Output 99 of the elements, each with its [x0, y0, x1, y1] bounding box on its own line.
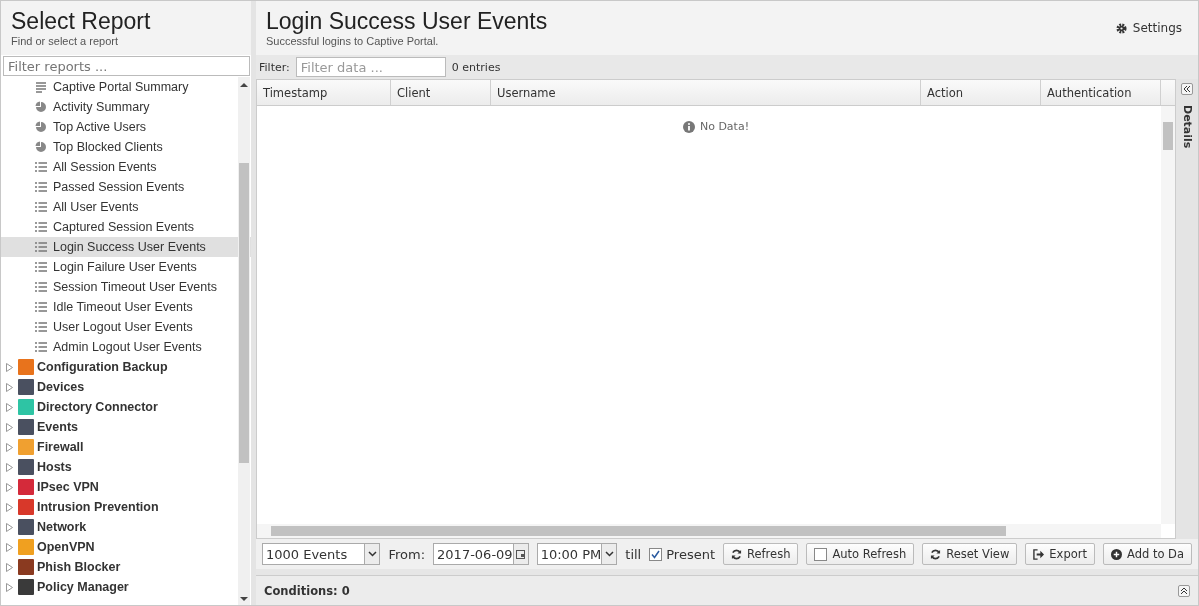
list-icon: [35, 321, 47, 333]
tree-item[interactable]: All User Events: [1, 197, 251, 217]
double-chevron-icon: [1183, 85, 1191, 93]
tree-item[interactable]: Passed Session Events: [1, 177, 251, 197]
tree-item[interactable]: Policy Manager: [1, 577, 242, 597]
expand-arrow-icon[interactable]: [6, 422, 13, 432]
from-label: From:: [388, 546, 426, 562]
pie-chart-icon: [35, 121, 47, 133]
toolbar-button[interactable]: Add to Da: [1102, 543, 1192, 565]
tree-item[interactable]: Captured Session Events: [1, 217, 251, 237]
tree-item[interactable]: Login Failure User Events: [1, 257, 251, 277]
till-label: till: [625, 546, 642, 562]
tree-item[interactable]: Intrusion Prevention: [1, 497, 242, 517]
empty-message: No Data!: [699, 120, 750, 133]
text-lines-icon: [35, 81, 47, 93]
calendar-icon: [516, 549, 526, 559]
column-header[interactable]: Username: [491, 80, 921, 105]
tree-item[interactable]: Configuration Backup: [1, 357, 242, 377]
present-label: Present: [666, 546, 715, 562]
tree-item[interactable]: Session Timeout User Events: [1, 277, 251, 297]
refresh-icon: [731, 548, 742, 560]
list-icon: [35, 341, 47, 353]
list-icon: [35, 181, 47, 193]
tree-item[interactable]: Idle Timeout User Events: [1, 297, 251, 317]
toolbar-button[interactable]: Auto Refresh: [806, 543, 915, 565]
expand-arrow-icon[interactable]: [6, 502, 13, 512]
panel-subtitle: Find or select a report: [11, 35, 119, 47]
tree-item[interactable]: Network: [1, 517, 242, 537]
tree-item[interactable]: Admin Logout User Events: [1, 337, 251, 357]
tree-item[interactable]: Login Success User Events: [1, 237, 251, 257]
pie-chart-icon: [35, 101, 47, 113]
pie-chart-icon: [35, 141, 47, 153]
column-header[interactable]: Timestamp: [257, 80, 391, 105]
toolbar-button[interactable]: Reset View: [922, 543, 1018, 565]
expand-arrow-icon[interactable]: [6, 522, 13, 532]
expand-arrow-icon[interactable]: [6, 482, 13, 492]
tree-item[interactable]: All Session Events: [1, 157, 251, 177]
list-icon: [35, 161, 47, 173]
events-limit-select[interactable]: 1000 Events: [262, 543, 381, 565]
expand-arrow-icon[interactable]: [6, 562, 13, 572]
checkbox[interactable]: [814, 547, 828, 561]
toolbar-button[interactable]: Refresh: [723, 543, 799, 565]
expand-arrow-icon[interactable]: [6, 462, 13, 472]
add-icon: [1110, 548, 1122, 560]
list-icon: [35, 241, 47, 253]
double-chevron-icon: [1180, 586, 1188, 595]
filter-label: Filter:: [259, 60, 290, 74]
scroll-down-icon[interactable]: [239, 595, 249, 603]
report-subtitle: Successful logins to Captive Portal.: [266, 35, 440, 47]
tree-item[interactable]: Devices: [1, 377, 242, 397]
export-icon: [1033, 548, 1045, 560]
settings-button[interactable]: Settings: [1109, 17, 1188, 39]
expand-arrow-icon[interactable]: [6, 442, 13, 452]
details-tab[interactable]: Details: [1180, 105, 1194, 149]
entries-count: 0 entries: [451, 60, 501, 74]
list-icon: [35, 281, 47, 293]
list-icon: [35, 261, 47, 273]
expand-arrow-icon[interactable]: [6, 362, 13, 372]
expand-arrow-icon[interactable]: [6, 582, 13, 592]
tree-item[interactable]: IPsec VPN: [1, 477, 242, 497]
caret-icon: [604, 551, 614, 557]
date-field[interactable]: 2017-06-09: [433, 543, 529, 565]
tree-item[interactable]: Activity Summary: [1, 97, 251, 117]
info-icon: [682, 120, 695, 133]
toolbar-button[interactable]: Export: [1025, 543, 1095, 565]
tree-item[interactable]: OpenVPN: [1, 537, 242, 557]
column-header[interactable]: Authentication: [1041, 80, 1161, 105]
collapse-button[interactable]: [1178, 584, 1190, 597]
expand-arrow-icon[interactable]: [6, 382, 13, 392]
refresh-icon: [930, 548, 942, 560]
tree-item[interactable]: Directory Connector: [1, 397, 242, 417]
filter-reports-field[interactable]: Filter reports ...: [3, 56, 250, 76]
tree-item[interactable]: Phish Blocker: [1, 557, 242, 577]
settings-icon: [1115, 22, 1127, 34]
scroll-up-icon[interactable]: [239, 81, 249, 89]
expand-arrow-icon[interactable]: [6, 542, 13, 552]
horizontal-scrollbar[interactable]: [257, 524, 1161, 538]
tree-item[interactable]: Hosts: [1, 457, 242, 477]
conditions-label: Conditions: 0: [264, 583, 350, 598]
tree-item[interactable]: Top Blocked Clients: [1, 137, 251, 157]
report-title: Login Success User Events: [266, 7, 548, 35]
expand-arrow-icon[interactable]: [6, 402, 13, 412]
column-header[interactable]: Action: [921, 80, 1041, 105]
expand-button[interactable]: [1181, 83, 1193, 95]
present-checkbox[interactable]: [649, 547, 663, 561]
list-icon: [35, 301, 47, 313]
scrollbar[interactable]: [238, 77, 250, 605]
tree-item[interactable]: Top Active Users: [1, 117, 251, 137]
tree-item[interactable]: Firewall: [1, 437, 242, 457]
list-icon: [35, 201, 47, 213]
tree-item[interactable]: Captive Portal Summary: [1, 77, 251, 97]
column-header[interactable]: Client: [391, 80, 491, 105]
list-icon: [35, 221, 47, 233]
vertical-scrollbar[interactable]: [1161, 106, 1175, 524]
tree-item[interactable]: User Logout User Events: [1, 317, 251, 337]
panel-title: Select Report: [11, 7, 152, 35]
tree-item[interactable]: Events: [1, 417, 242, 437]
time-select[interactable]: 10:00 PM: [536, 543, 618, 565]
caret-icon: [367, 551, 377, 557]
